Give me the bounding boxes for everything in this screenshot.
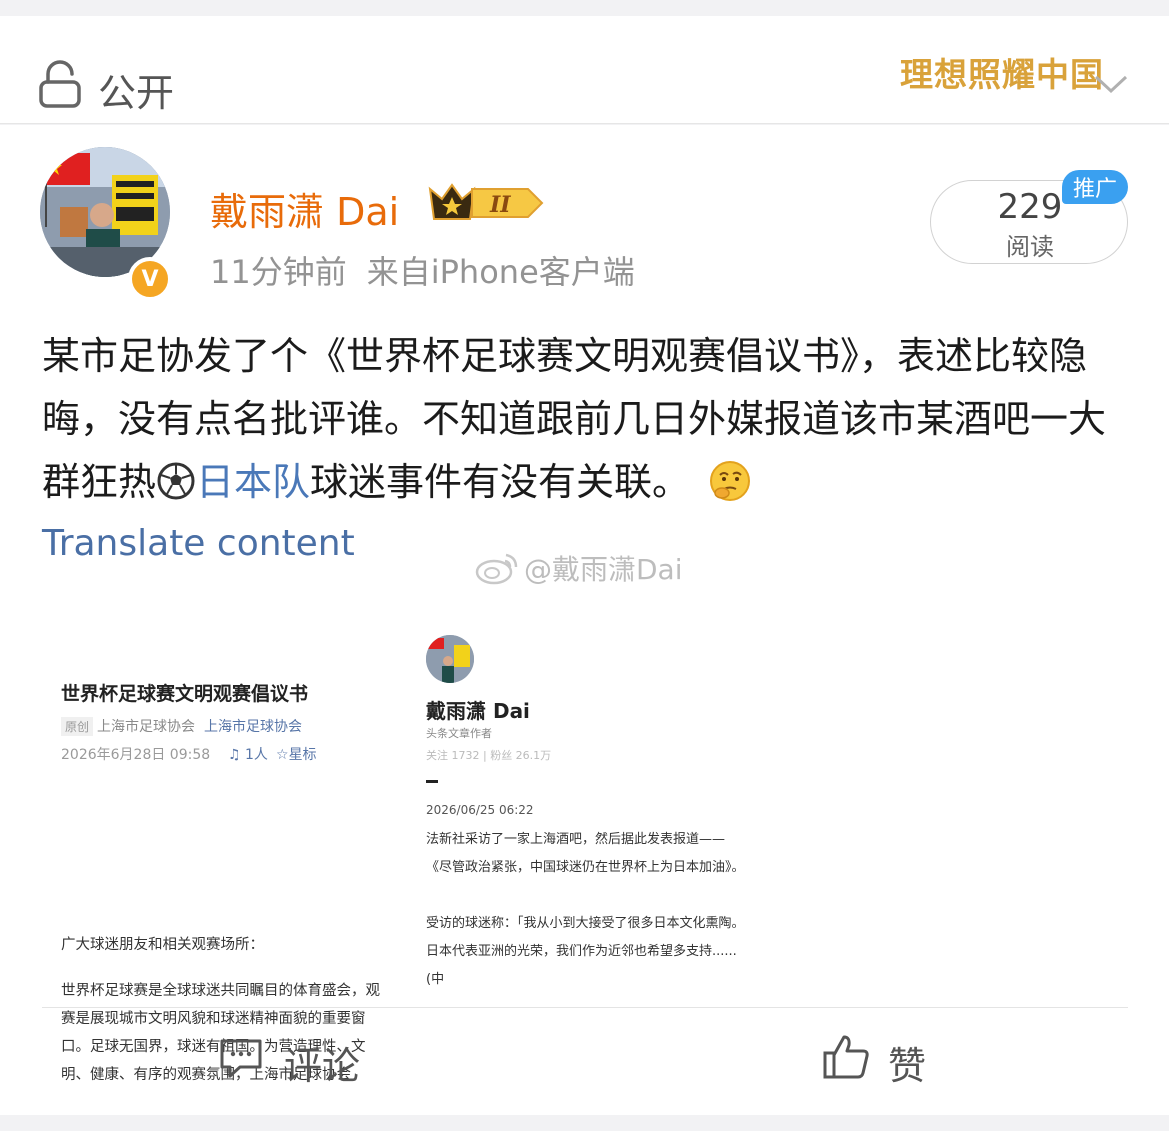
mini-paragraph-1: 法新社采访了一家上海酒吧，然后据此发表报道——《尽管政治紧张，中国球迷仍在世界杯… [426,832,745,875]
visibility-bar[interactable]: 公开 理想照耀中国 [0,16,1169,124]
translate-link[interactable]: Translate content [42,523,355,564]
comment-button[interactable]: 评论 [284,1035,360,1090]
post-source[interactable]: 来自iPhone客户端 [367,253,635,291]
views-label: 阅读 [1006,233,1054,261]
top-strip [0,0,1169,16]
attachment-image-right[interactable]: 戴雨潇 Dai 头条文章作者 关注 1732 | 粉丝 26.1万 2026/0… [410,605,750,987]
doc-original-tag: 原创 [61,717,94,736]
post-text-after: 球迷事件有没有关联。 [310,460,691,504]
mini-divider [426,780,438,783]
comment-icon[interactable] [218,1037,264,1079]
weibo-logo-icon [475,553,518,585]
rank-label: II [489,192,511,218]
topic-link[interactable]: 日本队 [196,460,310,504]
mini-paragraph-2: 受访的球迷称：「我从小到大接受了很多日本文化熏陶。日本代表亚洲的光荣，我们作为近… [426,916,745,987]
visibility-label: 公开 [98,71,175,115]
post-meta: 11分钟前 来自iPhone客户端 [210,247,635,293]
mini-author-stats: 关注 1732 | 粉丝 26.1万 [426,749,552,762]
doc-greeting: 广大球迷朋友和相关观赛场所： [61,937,264,953]
thinking-face-emoji-icon [710,461,751,501]
crown-icon[interactable]: II [428,181,544,225]
chevron-down-icon[interactable] [1093,72,1129,96]
doc-source-link: 上海市足球协会 [204,719,302,735]
post-time: 11分钟前 [210,253,347,291]
bottom-strip [0,1115,1169,1131]
like-button[interactable]: 赞 [888,1035,926,1090]
doc-datetime: 2026年6月28日 09:58 [61,747,211,763]
watermark: @戴雨潇Dai [474,548,683,588]
headphones-icon: ♫ [228,747,241,763]
slogan-banner[interactable]: 理想照耀中国 [900,48,1104,96]
post-text: 某市足协发了个《世界杯足球赛文明观赛倡议书》，表述比较隐晦，没有点名批评谁。不知… [42,325,1142,514]
author-name[interactable]: 戴雨潇 Dai [210,181,399,236]
post-card: V 戴雨潇 Dai II 11分钟前 来自iPhone客户端 229 阅读 推广 … [0,125,1169,1115]
mini-date: 2026/06/25 06:22 [426,803,534,817]
watermark-text: @戴雨潇Dai [524,553,683,586]
verified-badge: V [128,257,172,301]
doc-star-label: 星标 [288,747,317,763]
attachment-image-left[interactable]: 世界杯足球赛文明观赛倡议书 原创 上海市足球协会 上海市足球协会 2026年6月… [42,605,402,1083]
doc-source: 上海市足球协会 [97,719,195,735]
doc-title: 世界杯足球赛文明观赛倡议书 [61,683,309,705]
mini-author-name: 戴雨潇 Dai [426,699,530,723]
mini-author-role: 头条文章作者 [426,727,492,740]
doc-listen-count: ♫ 1人 [228,744,268,764]
lock-icon [39,60,81,108]
action-divider [42,1007,1128,1008]
doc-listen-label: 1人 [245,747,268,763]
thumbs-up-icon[interactable] [822,1033,870,1081]
soccer-ball-icon [157,462,195,500]
doc-star: ☆星标 [276,744,317,764]
star-icon: ☆ [276,747,289,763]
mini-avatar [426,635,474,683]
promo-tag[interactable]: 推广 [1062,170,1128,204]
